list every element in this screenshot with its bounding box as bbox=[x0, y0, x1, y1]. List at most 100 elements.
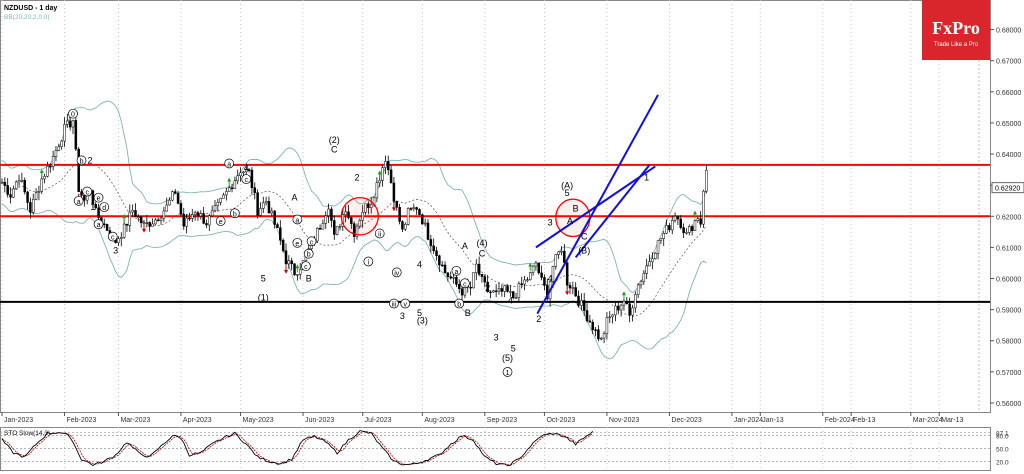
current-price-label: 0.62920 bbox=[995, 186, 1020, 193]
candle-body bbox=[392, 182, 396, 202]
stochastic-level-label: 20.0 bbox=[996, 459, 1009, 466]
wave-label: c bbox=[111, 235, 115, 242]
price-tick-label: 0.61000 bbox=[996, 245, 1021, 252]
candle-body bbox=[74, 120, 78, 150]
candle-body bbox=[653, 252, 657, 260]
candle-body bbox=[702, 190, 705, 225]
wave-label: b bbox=[80, 158, 84, 165]
candle-body bbox=[591, 321, 594, 330]
candle-body bbox=[256, 192, 259, 216]
candle-body bbox=[208, 215, 211, 226]
wave-label: b bbox=[457, 302, 461, 309]
candle-body bbox=[17, 180, 21, 183]
candle-body bbox=[330, 208, 333, 221]
candle-body bbox=[333, 220, 336, 235]
candle-body bbox=[137, 216, 140, 218]
candle-body bbox=[429, 239, 433, 247]
candle-body bbox=[625, 300, 629, 305]
candle-body bbox=[151, 223, 154, 227]
time-tick-label: Sep-2023 bbox=[487, 417, 517, 424]
price-tick-label: 0.68000 bbox=[996, 28, 1021, 35]
candle-body bbox=[514, 297, 518, 299]
candle-body bbox=[597, 329, 600, 340]
candle-body bbox=[196, 212, 200, 217]
candle-body bbox=[230, 187, 234, 190]
candle-body bbox=[43, 176, 46, 180]
candle-body bbox=[281, 239, 285, 252]
candle-body bbox=[199, 213, 203, 217]
candle-body bbox=[49, 165, 52, 168]
wave-label: c bbox=[310, 239, 314, 246]
wave-label: A bbox=[567, 216, 573, 226]
candle-body bbox=[276, 224, 279, 229]
candle-body bbox=[219, 198, 222, 203]
candle-body bbox=[68, 120, 72, 128]
candle-body bbox=[23, 179, 26, 193]
candle-body bbox=[395, 201, 399, 208]
candle-body bbox=[426, 222, 430, 240]
candle-body bbox=[582, 300, 586, 311]
wave-label: c bbox=[304, 264, 308, 271]
wave-label: 5 bbox=[261, 274, 266, 284]
candle-body bbox=[315, 227, 319, 242]
price-tick-label: 0.67000 bbox=[996, 59, 1021, 66]
highlight-ellipse bbox=[340, 196, 379, 236]
candle-body bbox=[406, 208, 410, 225]
wave-label: B bbox=[573, 204, 579, 214]
candle-body bbox=[679, 218, 683, 228]
wave-label: 4 bbox=[417, 260, 422, 270]
candle-body bbox=[682, 227, 685, 234]
wave-label: b bbox=[233, 211, 237, 218]
candle-body bbox=[378, 180, 381, 184]
chart-svg: 0.680000.670000.660000.650000.640000.630… bbox=[0, 0, 1024, 474]
candle-body bbox=[449, 276, 452, 279]
candle-body bbox=[415, 207, 418, 210]
candle-body bbox=[31, 198, 35, 213]
symbol-label: NZDUSD - 1 day bbox=[4, 5, 57, 12]
candle-body bbox=[290, 260, 293, 265]
price-tick-label: 0.58000 bbox=[996, 339, 1021, 346]
wave-label: e bbox=[295, 241, 299, 248]
candle-body bbox=[534, 262, 538, 267]
candle-body bbox=[267, 201, 271, 214]
candle-body bbox=[628, 303, 631, 316]
candle-body bbox=[375, 182, 379, 199]
candle-body bbox=[386, 161, 390, 171]
candle-body bbox=[398, 207, 401, 222]
time-tick-label: Feb-2023 bbox=[66, 417, 96, 424]
wave-label: (1) bbox=[258, 292, 269, 302]
candle-body bbox=[296, 274, 299, 276]
candle-body bbox=[469, 286, 472, 289]
wave-label: a bbox=[97, 222, 101, 229]
wave-label: 3 bbox=[494, 333, 499, 343]
candle-body bbox=[125, 223, 129, 226]
wave-label: A bbox=[292, 193, 298, 203]
candle-body bbox=[3, 181, 7, 186]
candle-body bbox=[46, 165, 49, 177]
wave-label: c bbox=[244, 177, 248, 184]
chart-root: 0.680000.670000.660000.650000.640000.630… bbox=[0, 0, 1024, 474]
candle-body bbox=[705, 169, 708, 192]
candle-body bbox=[162, 210, 166, 219]
candle-body bbox=[500, 288, 504, 292]
candle-body bbox=[250, 169, 254, 188]
time-tick-label: Aug-2023 bbox=[424, 417, 454, 424]
time-tick-label: Jan-13 bbox=[762, 417, 784, 424]
wave-label: A bbox=[462, 241, 468, 251]
candle-body bbox=[97, 207, 100, 218]
candle-body bbox=[543, 277, 546, 286]
candle-body bbox=[60, 140, 63, 147]
candle-body bbox=[608, 316, 612, 319]
candle-body bbox=[503, 285, 506, 292]
candle-body bbox=[526, 279, 529, 281]
wave-label: iii bbox=[392, 302, 397, 309]
candle-body bbox=[233, 180, 237, 190]
candle-body bbox=[63, 124, 66, 142]
stochastic-label: STO Slow(14,3) bbox=[4, 430, 50, 437]
candle-body bbox=[509, 291, 512, 293]
candle-body bbox=[117, 238, 120, 244]
wave-label: a bbox=[454, 269, 458, 276]
wave-label: C bbox=[479, 249, 486, 259]
candle-body bbox=[540, 272, 543, 278]
candle-body bbox=[236, 175, 239, 182]
